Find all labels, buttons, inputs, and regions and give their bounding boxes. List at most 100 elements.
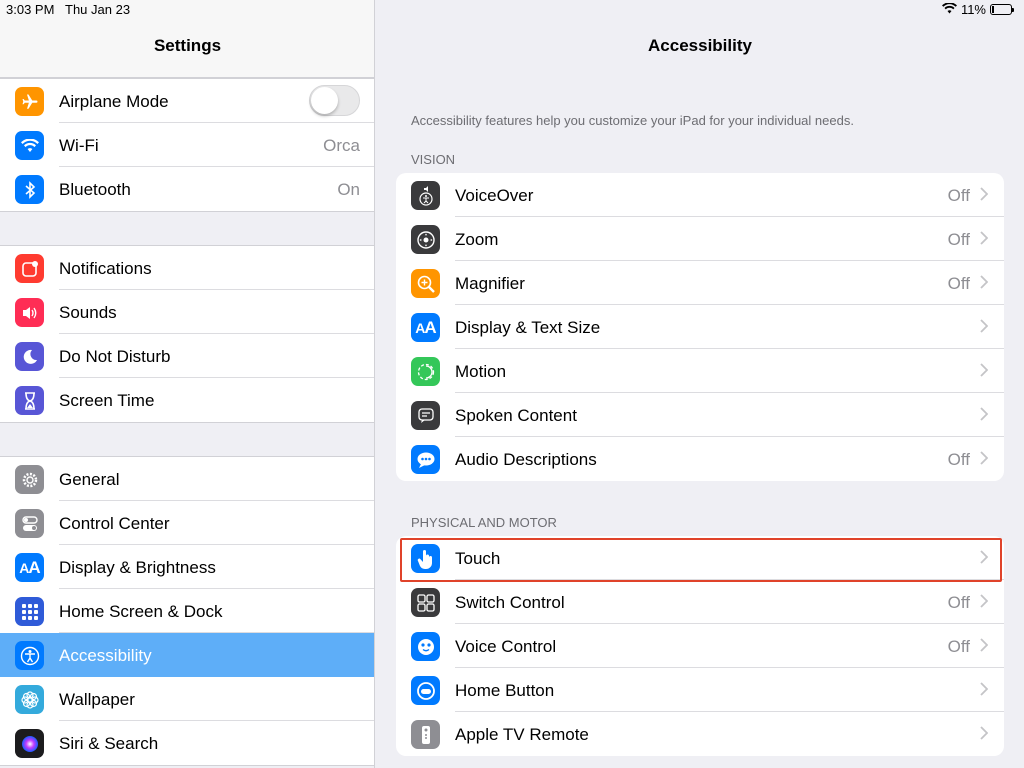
sidebar-item-bluetooth[interactable]: Bluetooth On — [0, 167, 374, 211]
switches-icon — [15, 509, 44, 538]
chevron-right-icon — [980, 680, 989, 701]
sidebar-item-label: Do Not Disturb — [59, 347, 171, 366]
accessibility-item-label: Spoken Content — [455, 406, 577, 425]
sidebar-item-home-screen-and-dock[interactable]: Home Screen & Dock — [0, 589, 374, 633]
sidebar-item-wi-fi[interactable]: Wi-Fi Orca — [0, 123, 374, 167]
chevron-right-icon — [980, 405, 989, 426]
accessibility-item-switch-control[interactable]: Switch Control Off — [396, 580, 1004, 624]
status-indicators: 11% — [941, 2, 1014, 17]
sidebar-item-label: Siri & Search — [59, 734, 159, 753]
status-time: 3:03 PM — [6, 2, 55, 17]
magnifier-icon — [411, 269, 440, 298]
gear-icon — [15, 465, 44, 494]
chevron-right-icon — [980, 449, 989, 470]
accessibility-item-label: Audio Descriptions — [455, 450, 597, 469]
accessibility-panel: Accessibility Accessibility features hel… — [376, 0, 1024, 768]
voiceover-icon — [411, 181, 440, 210]
text-size-icon: AA — [15, 553, 44, 582]
notifications-icon — [15, 254, 44, 283]
section-header-vision: VISION — [411, 152, 456, 167]
accessibility-item-label: Voice Control — [455, 637, 557, 656]
sidebar-item-siri-and-search[interactable]: Siri & Search — [0, 721, 374, 765]
accessibility-item-voice-control[interactable]: Voice Control Off — [396, 624, 1004, 668]
status-date: Thu Jan 23 — [65, 2, 131, 17]
accessibility-item-label: Display & Text Size — [455, 318, 601, 337]
accessibility-item-touch[interactable]: Touch — [396, 536, 1004, 580]
settings-card-vision: VoiceOver Off Zoom Off Magnifier Off AA Display… — [396, 173, 1004, 481]
accessibility-item-label: Apple TV Remote — [455, 725, 589, 744]
sidebar-item-accessibility[interactable]: Accessibility — [0, 633, 374, 677]
sidebar-group: Notifications Sounds Do Not Disturb Screen … — [0, 245, 374, 423]
hourglass-icon — [15, 386, 44, 415]
sidebar-item-general[interactable]: General — [0, 457, 374, 501]
remote-icon — [411, 720, 440, 749]
sidebar-item-label: Bluetooth — [59, 180, 131, 199]
sidebar-item-value: On — [337, 180, 360, 199]
accessibility-icon — [15, 641, 44, 670]
speaker-icon — [15, 298, 44, 327]
accessibility-item-zoom[interactable]: Zoom Off — [396, 217, 1004, 261]
switch-control-icon — [411, 588, 440, 617]
battery-fill — [992, 6, 995, 13]
grid-icon — [15, 597, 44, 626]
sidebar-item-sounds[interactable]: Sounds — [0, 290, 374, 334]
chevron-right-icon — [980, 229, 989, 250]
sidebar-item-control-center[interactable]: Control Center — [0, 501, 374, 545]
accessibility-item-spoken-content[interactable]: Spoken Content — [396, 393, 1004, 437]
accessibility-item-motion[interactable]: Motion — [396, 349, 1004, 393]
battery-percent: 11% — [960, 2, 986, 17]
accessibility-item-value: Off — [947, 186, 970, 205]
chevron-right-icon — [980, 185, 989, 206]
sidebar-group: General Control Center AA Display & Brightn… — [0, 456, 374, 766]
battery-icon — [990, 4, 1014, 15]
sidebar-item-wallpaper[interactable]: Wallpaper — [0, 677, 374, 721]
accessibility-item-display-and-text-size[interactable]: AA Display & Text Size — [396, 305, 1004, 349]
wifi-signal-icon — [941, 2, 957, 17]
moon-icon — [15, 342, 44, 371]
chevron-right-icon — [980, 361, 989, 382]
airplane-mode-toggle[interactable] — [309, 85, 360, 116]
voice-control-icon — [411, 632, 440, 661]
page-description: Accessibility features help you customiz… — [411, 113, 854, 128]
accessibility-item-audio-descriptions[interactable]: Audio Descriptions Off — [396, 437, 1004, 481]
sidebar-item-display-and-brightness[interactable]: AA Display & Brightness — [0, 545, 374, 589]
sidebar-item-screen-time[interactable]: Screen Time — [0, 378, 374, 422]
chevron-right-icon — [980, 592, 989, 613]
sidebar-group: Airplane Mode Wi-Fi Orca Bluetooth On — [0, 78, 374, 212]
accessibility-item-label: Touch — [455, 549, 501, 568]
sidebar-item-label: Notifications — [59, 259, 152, 278]
sidebar-item-label: Home Screen & Dock — [59, 602, 223, 621]
accessibility-item-voiceover[interactable]: VoiceOver Off — [396, 173, 1004, 217]
sidebar-item-notifications[interactable]: Notifications — [0, 246, 374, 290]
sidebar-item-label: Sounds — [59, 303, 117, 322]
accessibility-item-value: Off — [947, 450, 970, 469]
text-size-icon: AA — [411, 313, 440, 342]
sidebar-item-airplane-mode[interactable]: Airplane Mode — [0, 79, 374, 123]
sidebar-item-label: Airplane Mode — [59, 92, 169, 111]
accessibility-item-label: Motion — [455, 362, 507, 381]
accessibility-item-home-button[interactable]: Home Button — [396, 668, 1004, 712]
sidebar-item-do-not-disturb[interactable]: Do Not Disturb — [0, 334, 374, 378]
airplane-icon — [15, 87, 44, 116]
accessibility-item-apple-tv-remote[interactable]: Apple TV Remote — [396, 712, 1004, 756]
accessibility-item-magnifier[interactable]: Magnifier Off — [396, 261, 1004, 305]
toggle-knob — [311, 87, 338, 114]
zoom-icon — [411, 225, 440, 254]
sidebar-item-label: Screen Time — [59, 391, 155, 410]
sidebar-item-label: Wi-Fi — [59, 136, 99, 155]
accessibility-item-label: Home Button — [455, 681, 555, 700]
bluetooth-icon — [15, 175, 44, 204]
sidebar-item-label: Wallpaper — [59, 690, 135, 709]
section-header-physical-and-motor: PHYSICAL AND MOTOR — [411, 515, 557, 530]
spoken-content-icon — [411, 401, 440, 430]
settings-card-physical-and-motor: Touch Switch Control Off Voice Control Off Ho… — [396, 536, 1004, 756]
chevron-right-icon — [980, 548, 989, 569]
accessibility-item-label: Zoom — [455, 230, 499, 249]
accessibility-item-value: Off — [947, 637, 970, 656]
accessibility-item-value: Off — [947, 230, 970, 249]
siri-icon — [15, 729, 44, 758]
home-button-icon — [411, 676, 440, 705]
page-title: Accessibility — [648, 36, 752, 55]
chevron-right-icon — [980, 273, 989, 294]
flower-icon — [15, 685, 44, 714]
